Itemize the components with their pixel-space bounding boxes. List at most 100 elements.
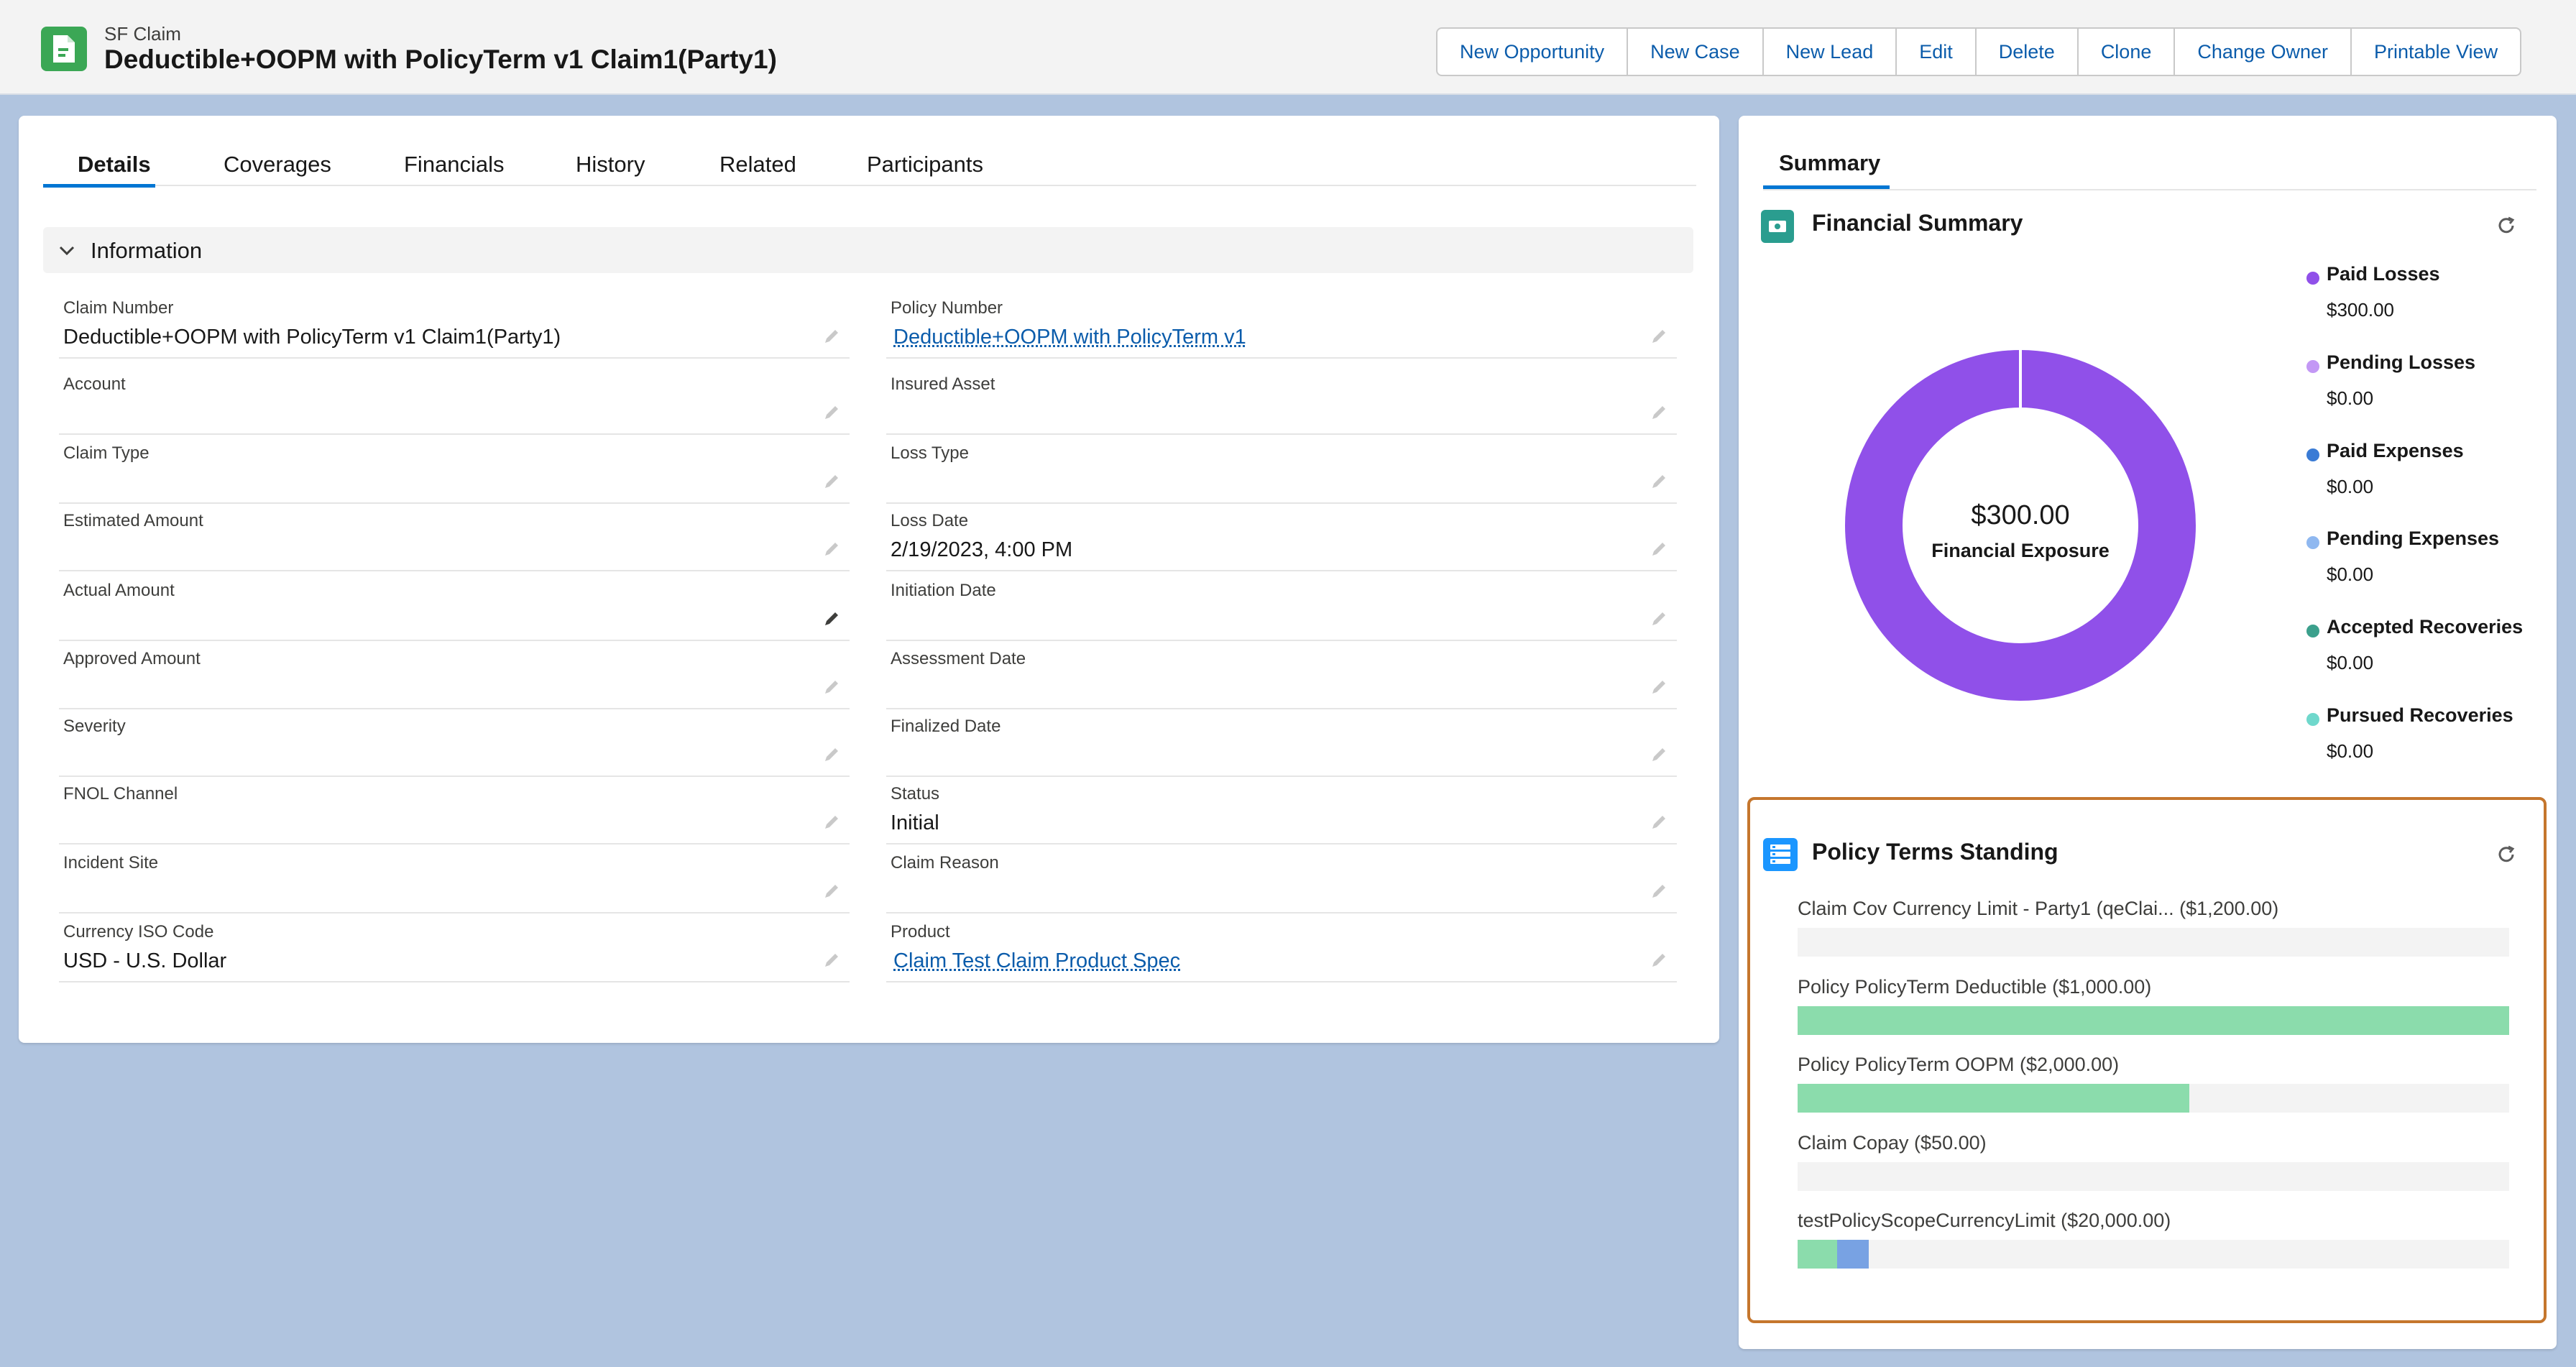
field-label: Loss Date xyxy=(891,511,969,530)
policy-terms-standing-title: Policy Terms Standing xyxy=(1812,839,2058,865)
tab-summary[interactable]: Summary xyxy=(1779,150,1880,176)
edit-pencil-icon[interactable] xyxy=(822,327,841,346)
edit-pencil-icon[interactable] xyxy=(1650,745,1668,764)
action-button-group: New Opportunity New Case New Lead Edit D… xyxy=(1436,27,2522,76)
field-severity: Severity xyxy=(59,708,850,777)
chevron-down-icon xyxy=(59,246,75,256)
field-claim-number: Claim Number Deductible+OOPM with PolicyT… xyxy=(59,290,850,359)
edit-pencil-icon[interactable] xyxy=(822,951,841,970)
policy-term-label: Policy PolicyTerm Deductible ($1,000.00) xyxy=(1798,976,2152,998)
field-label: Claim Number xyxy=(63,298,174,318)
donut-center-value: $300.00 xyxy=(1971,500,2070,530)
policy-term-bar-track[interactable] xyxy=(1798,1240,2509,1269)
edit-pencil-icon[interactable] xyxy=(1650,540,1668,558)
edit-pencil-icon[interactable] xyxy=(822,813,841,832)
delete-button[interactable]: Delete xyxy=(1977,29,2079,75)
field-loss-type: Loss Type xyxy=(886,435,1677,504)
financial-summary-title: Financial Summary xyxy=(1812,210,2023,236)
policy-term-bar-track[interactable] xyxy=(1798,928,2509,957)
field-estimated-amount: Estimated Amount xyxy=(59,502,850,571)
policy-term-label: Claim Cov Currency Limit - Party1 (qeCla… xyxy=(1798,898,2279,919)
object-type-label: SF Claim xyxy=(104,23,181,45)
legend-value: $0.00 xyxy=(2327,563,2374,585)
change-owner-button[interactable]: Change Owner xyxy=(2175,29,2352,75)
edit-pencil-icon[interactable] xyxy=(1650,472,1668,491)
field-label: Account xyxy=(63,374,126,394)
legend-name: Accepted Recoveries xyxy=(2327,616,2524,638)
edit-pencil-icon[interactable] xyxy=(822,678,841,696)
policy-term-label: Policy PolicyTerm OOPM ($2,000.00) xyxy=(1798,1054,2120,1075)
edit-pencil-icon[interactable] xyxy=(1650,678,1668,696)
printable-view-button[interactable]: Printable View xyxy=(2352,29,2520,75)
edit-pencil-icon[interactable] xyxy=(1650,813,1668,832)
edit-pencil-icon[interactable] xyxy=(822,540,841,558)
legend-value: $300.00 xyxy=(2327,299,2394,321)
tab-history[interactable]: History xyxy=(576,152,645,178)
field-value[interactable]: Deductible+OOPM with PolicyTerm v1 xyxy=(893,326,1246,349)
record-header: SF Claim Deductible+OOPM with PolicyTerm… xyxy=(0,0,2576,95)
tab-related[interactable]: Related xyxy=(719,152,796,178)
legend-dot xyxy=(2306,272,2319,285)
edit-pencil-icon[interactable] xyxy=(1650,609,1668,628)
policy-term-bar-fill xyxy=(1798,1084,2189,1113)
summary-card: Summary Financial Summary $300.00 Financ… xyxy=(1739,116,2557,1349)
legend-dot xyxy=(2306,448,2319,461)
refresh-icon[interactable] xyxy=(2495,214,2518,237)
edit-pencil-icon[interactable] xyxy=(822,472,841,491)
record-title: Deductible+OOPM with PolicyTerm v1 Claim… xyxy=(104,45,777,74)
field-label: Approved Amount xyxy=(63,649,201,668)
field-actual-amount: Actual Amount xyxy=(59,572,850,641)
edit-pencil-icon[interactable] xyxy=(822,609,841,628)
policy-terms-icon xyxy=(1763,838,1798,871)
edit-pencil-icon[interactable] xyxy=(1650,403,1668,422)
policy-term-bar-track[interactable] xyxy=(1798,1006,2509,1035)
field-label: Incident Site xyxy=(63,853,159,873)
clone-button[interactable]: Clone xyxy=(2079,29,2176,75)
claim-record-icon xyxy=(41,27,87,71)
tab-financials[interactable]: Financials xyxy=(404,152,505,178)
legend-value: $0.00 xyxy=(2327,740,2374,762)
details-card: Details Coverages Financials History Rel… xyxy=(19,116,1719,1043)
field-product: Product Claim Test Claim Product Spec xyxy=(886,913,1677,982)
edit-pencil-icon[interactable] xyxy=(822,403,841,422)
edit-pencil-icon[interactable] xyxy=(822,882,841,901)
new-opportunity-button[interactable]: New Opportunity xyxy=(1438,29,1629,75)
policy-term-bar-fill xyxy=(1798,1240,1838,1269)
financial-summary-icon xyxy=(1761,210,1794,243)
field-label: Actual Amount xyxy=(63,581,175,600)
field-value[interactable]: Claim Test Claim Product Spec xyxy=(893,949,1180,973)
legend-dot xyxy=(2306,360,2319,373)
refresh-icon[interactable] xyxy=(2495,843,2518,866)
field-policy-number: Policy Number Deductible+OOPM with Policy… xyxy=(886,290,1677,359)
field-fnol-channel: FNOL Channel xyxy=(59,775,850,844)
new-case-button[interactable]: New Case xyxy=(1628,29,1764,75)
policy-term-label: Claim Copay ($50.00) xyxy=(1798,1132,1987,1154)
edit-pencil-icon[interactable] xyxy=(822,745,841,764)
edit-pencil-icon[interactable] xyxy=(1650,327,1668,346)
active-tab-indicator xyxy=(43,184,155,188)
field-label: Policy Number xyxy=(891,298,1003,318)
field-value: Deductible+OOPM with PolicyTerm v1 Claim… xyxy=(63,326,561,349)
policy-term-label: testPolicyScopeCurrencyLimit ($20,000.00… xyxy=(1798,1210,2171,1231)
field-finalized-date: Finalized Date xyxy=(886,708,1677,777)
tab-participants[interactable]: Participants xyxy=(867,152,983,178)
policy-term-bar-track[interactable] xyxy=(1798,1162,2509,1191)
edit-pencil-icon[interactable] xyxy=(1650,951,1668,970)
field-currency-iso-code: Currency ISO Code USD - U.S. Dollar xyxy=(59,913,850,982)
policy-term-bar-track[interactable] xyxy=(1798,1084,2509,1113)
field-label: Loss Type xyxy=(891,443,969,463)
edit-pencil-icon[interactable] xyxy=(1650,882,1668,901)
legend-dot xyxy=(2306,536,2319,549)
tab-coverages[interactable]: Coverages xyxy=(224,152,331,178)
legend-value: $0.00 xyxy=(2327,476,2374,497)
field-label: Currency ISO Code xyxy=(63,922,214,942)
field-value: USD - U.S. Dollar xyxy=(63,949,227,972)
edit-button[interactable]: Edit xyxy=(1897,29,1977,75)
field-label: Product xyxy=(891,922,950,942)
new-lead-button[interactable]: New Lead xyxy=(1764,29,1898,75)
tab-details[interactable]: Details xyxy=(78,152,151,178)
information-section-header[interactable]: Information xyxy=(43,227,1693,273)
summary-tab-divider xyxy=(1763,189,2536,190)
field-label: Claim Reason xyxy=(891,853,999,873)
field-status: Status Initial xyxy=(886,775,1677,844)
